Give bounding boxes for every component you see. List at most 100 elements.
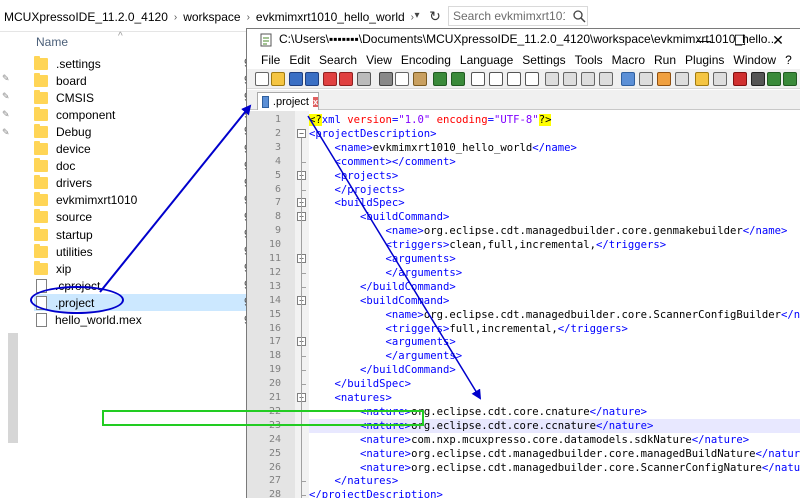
menu-item[interactable]: Macro	[612, 53, 645, 67]
record-macro-icon[interactable]	[733, 72, 747, 86]
close-icon[interactable]: x	[312, 96, 318, 107]
list-item[interactable]: component	[34, 106, 254, 123]
breadcrumb-item[interactable]: evkmimxrt1010_hello_world	[256, 10, 405, 24]
redo-icon[interactable]	[451, 72, 465, 86]
close-file-icon[interactable]	[323, 72, 337, 86]
chevron-right-icon: ›	[173, 11, 178, 23]
list-item[interactable]: .project	[34, 294, 254, 312]
refresh-icon[interactable]: ↻	[426, 6, 444, 26]
zoom-in-icon[interactable]	[507, 72, 521, 86]
scrollbar[interactable]	[8, 333, 18, 443]
minimize-button[interactable]: —	[689, 29, 719, 51]
folder-icon	[34, 192, 48, 207]
menu-item[interactable]: Window	[733, 53, 776, 67]
list-item[interactable]: .settings	[34, 55, 254, 72]
menu-item[interactable]: ?	[785, 53, 792, 67]
list-item[interactable]: board	[34, 72, 254, 89]
close-all-icon[interactable]	[339, 72, 353, 86]
paste-icon[interactable]	[413, 72, 427, 86]
folder-as-workspace-icon[interactable]	[695, 72, 709, 86]
save-all-icon[interactable]	[305, 72, 319, 86]
folder-icon	[34, 209, 48, 224]
function-list-icon[interactable]	[675, 72, 689, 86]
all-chars-icon[interactable]	[599, 72, 613, 86]
new-file-icon[interactable]	[255, 72, 269, 86]
list-item[interactable]: hello_world.mex	[34, 312, 254, 329]
list-item[interactable]: source	[34, 209, 254, 226]
code-token: "1.0"	[398, 114, 431, 126]
list-item[interactable]: device	[34, 141, 254, 158]
code-line: <projectDescription>	[309, 127, 800, 141]
file-name: doc	[56, 159, 76, 174]
file-name: device	[56, 142, 91, 156]
list-item[interactable]: xip	[34, 260, 254, 277]
word-wrap-icon[interactable]	[581, 72, 595, 86]
breadcrumb-item[interactable]: MCUXpressoIDE_11.2.0_4120	[4, 10, 168, 24]
menu-item[interactable]: Edit	[289, 53, 310, 67]
line-number: 28	[268, 489, 281, 498]
menu-item[interactable]: Plugins	[685, 53, 724, 67]
list-item[interactable]: Debug	[34, 123, 254, 140]
maximize-button[interactable]: ☐	[725, 29, 755, 51]
folder-icon	[34, 175, 48, 190]
sync-vertical-icon[interactable]	[545, 72, 559, 86]
breadcrumb: MCUXpressoIDE_11.2.0_4120 › workspace › evkm…	[4, 8, 420, 26]
list-item[interactable]: evkmimxrt1010	[34, 192, 254, 209]
indent-guide-icon[interactable]	[621, 72, 635, 86]
title-bar[interactable]: C:\Users\▪▪▪▪▪▪▪\Documents\MCUXpressoIDE…	[247, 29, 800, 51]
sync-horizontal-icon[interactable]	[563, 72, 577, 86]
line-number: 27	[268, 475, 281, 487]
monitor-icon[interactable]	[713, 72, 727, 86]
breadcrumb-item[interactable]: workspace	[183, 10, 240, 24]
open-file-icon[interactable]	[271, 72, 285, 86]
list-item[interactable]: startup	[34, 226, 254, 243]
fold-toggle[interactable]: −	[297, 128, 306, 138]
column-header[interactable]: ^ Name	[22, 31, 262, 51]
cut-icon[interactable]	[379, 72, 393, 86]
code-line: <arguments>	[309, 252, 800, 266]
print-icon[interactable]	[357, 72, 371, 86]
menu-item[interactable]: Run	[654, 53, 676, 67]
menu-item[interactable]: Search	[319, 53, 357, 67]
chevron-down-icon[interactable]: ▾	[410, 8, 424, 24]
replace-icon[interactable]	[489, 72, 503, 86]
stop-macro-icon[interactable]	[751, 72, 765, 86]
list-item[interactable]: drivers	[34, 175, 254, 192]
list-item[interactable]: .cproject	[34, 277, 254, 294]
tab-project[interactable]: .project x	[257, 92, 319, 110]
doc-map-icon[interactable]	[657, 72, 671, 86]
save-icon[interactable]	[289, 72, 303, 86]
line-number: 16	[268, 322, 281, 334]
file-name: .settings	[56, 56, 101, 71]
list-item[interactable]: doc	[34, 158, 254, 175]
play-macro-icon[interactable]	[767, 72, 781, 86]
menu-item[interactable]: View	[366, 53, 392, 67]
list-item[interactable]: utilities	[34, 243, 254, 260]
copy-icon[interactable]	[395, 72, 409, 86]
toolbar	[247, 69, 800, 89]
code-token: full,incremental,	[449, 322, 558, 335]
menu-item[interactable]: Tools	[575, 53, 603, 67]
menu-item[interactable]: Settings	[522, 53, 565, 67]
menu-item[interactable]: Encoding	[401, 53, 451, 67]
code-editor[interactable]: <?xml version="1.0" encoding="UTF-8"?> <p…	[309, 111, 800, 498]
list-item[interactable]: CMSIS	[34, 89, 254, 106]
find-icon[interactable]	[471, 72, 485, 86]
close-button[interactable]: ✕	[763, 29, 793, 51]
menu-item[interactable]: Language	[460, 53, 513, 67]
menu-item[interactable]: File	[261, 53, 280, 67]
run-macro-icon[interactable]	[783, 72, 797, 86]
column-name[interactable]: Name	[36, 33, 68, 51]
code-token: <buildSpec>	[334, 197, 405, 210]
line-number: 12	[268, 266, 281, 278]
undo-icon[interactable]	[433, 72, 447, 86]
zoom-out-icon[interactable]	[525, 72, 539, 86]
search-input[interactable]	[448, 6, 588, 26]
udl-icon[interactable]	[639, 72, 653, 86]
line-number: 22	[268, 405, 281, 417]
search-icon[interactable]	[572, 9, 586, 23]
